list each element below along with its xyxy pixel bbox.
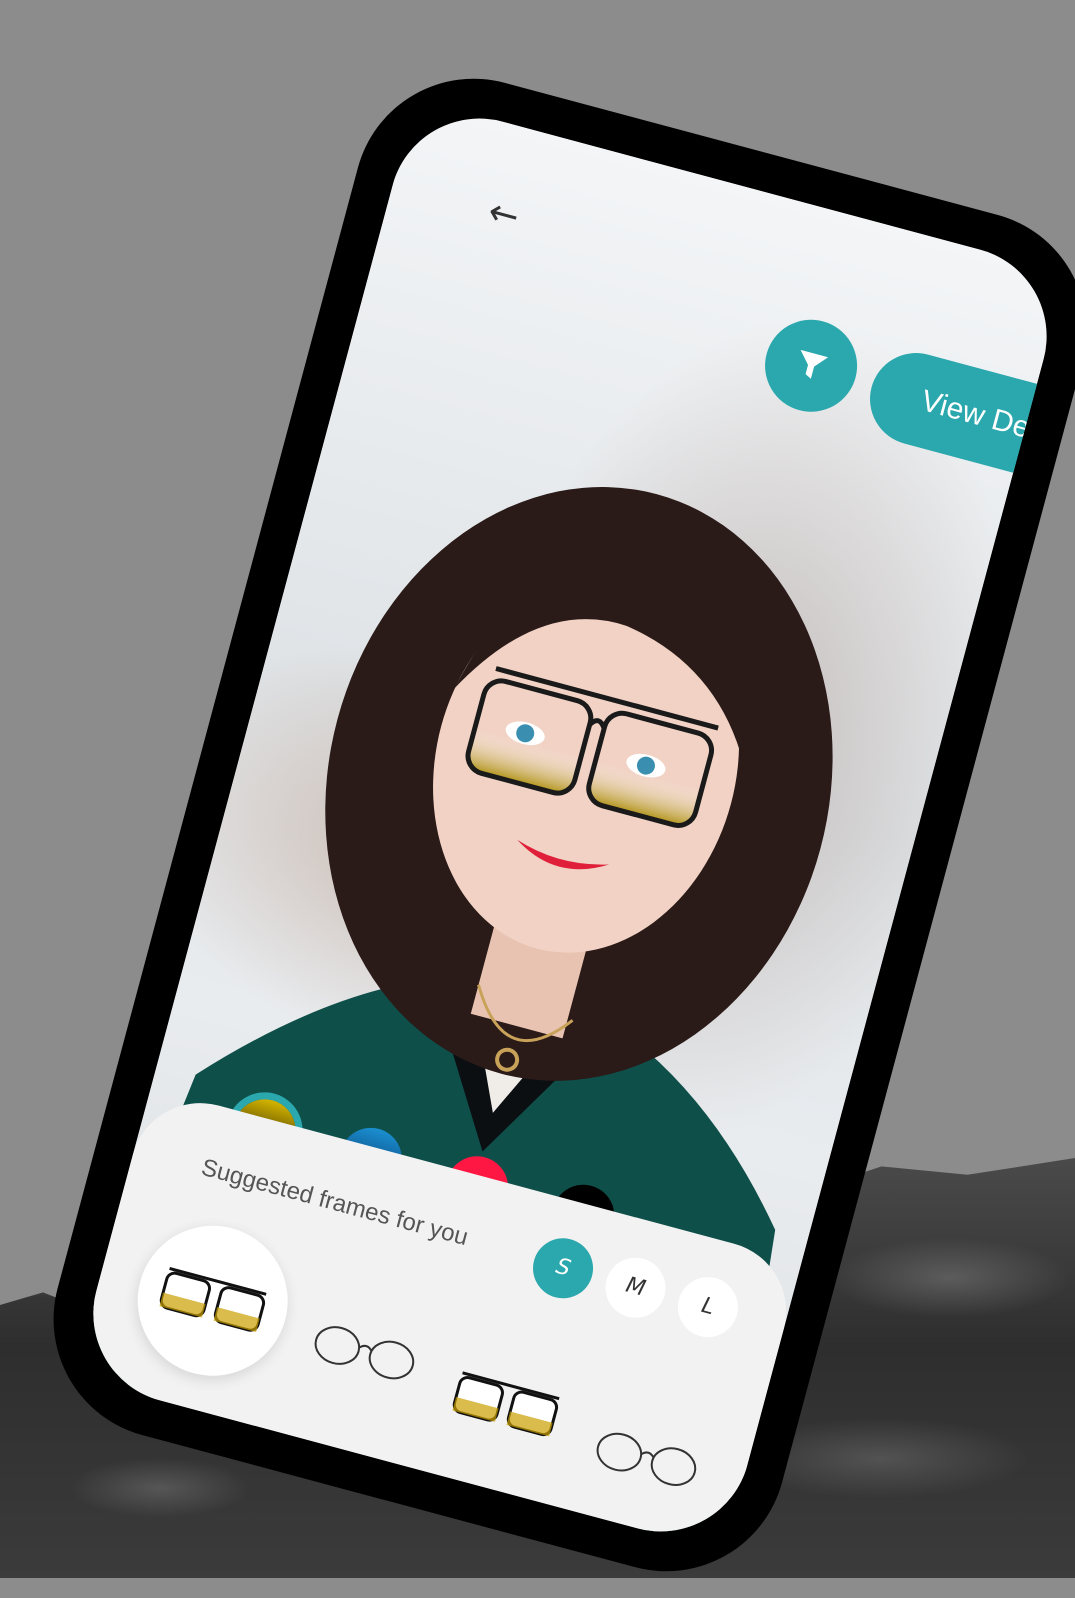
glasses-icon: [452, 1371, 560, 1437]
glasses-icon: [159, 1267, 267, 1333]
filter-icon: [800, 349, 829, 379]
arrow-left-icon: ←: [483, 190, 524, 239]
size-m-label: M: [623, 1272, 648, 1302]
frame-option-3[interactable]: [414, 1313, 598, 1497]
size-l-button[interactable]: L: [671, 1270, 745, 1344]
size-m-button[interactable]: M: [598, 1250, 673, 1325]
glasses-icon: [314, 1326, 415, 1380]
view-details-label: View Details: [917, 384, 1067, 459]
frame-option-1[interactable]: [120, 1208, 305, 1393]
size-s-label: S: [553, 1253, 574, 1282]
glasses-icon: [596, 1432, 697, 1486]
frame-option-4[interactable]: [555, 1367, 739, 1551]
frame-option-2[interactable]: [273, 1260, 457, 1444]
size-l-label: L: [698, 1292, 718, 1321]
size-s-button[interactable]: S: [526, 1231, 600, 1306]
